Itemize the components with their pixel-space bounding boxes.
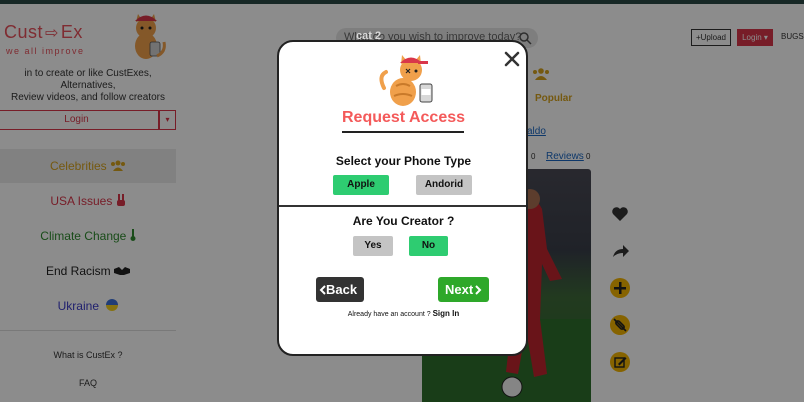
request-access-modal: Request Access Select your Phone Type Ap… bbox=[277, 40, 528, 356]
signin-link[interactable]: Sign In bbox=[433, 309, 460, 318]
chevron-right-icon bbox=[475, 285, 482, 295]
apple-option-button[interactable]: Apple bbox=[333, 175, 389, 195]
modal-divider bbox=[279, 205, 526, 207]
chevron-left-icon bbox=[319, 285, 326, 295]
close-icon[interactable] bbox=[503, 50, 521, 68]
title-underline bbox=[342, 131, 464, 133]
creator-no-button[interactable]: No bbox=[409, 236, 448, 256]
android-option-button[interactable]: Andorid bbox=[416, 175, 472, 195]
signin-prompt-row: Already have an account ? Sign In bbox=[279, 309, 528, 318]
back-button-label: Back bbox=[326, 282, 358, 297]
cat-mascot-icon bbox=[379, 55, 433, 106]
creator-yes-button[interactable]: Yes bbox=[353, 236, 393, 256]
creator-question-label: Are You Creator ? bbox=[352, 214, 455, 228]
back-button[interactable]: Back bbox=[316, 277, 364, 302]
next-button[interactable]: Next bbox=[438, 277, 489, 302]
signin-prompt-text: Already have an account ? bbox=[347, 311, 431, 318]
phone-type-label: Select your Phone Type bbox=[335, 154, 472, 168]
next-button-label: Next bbox=[445, 282, 474, 297]
modal-title: Request Access bbox=[341, 109, 466, 126]
